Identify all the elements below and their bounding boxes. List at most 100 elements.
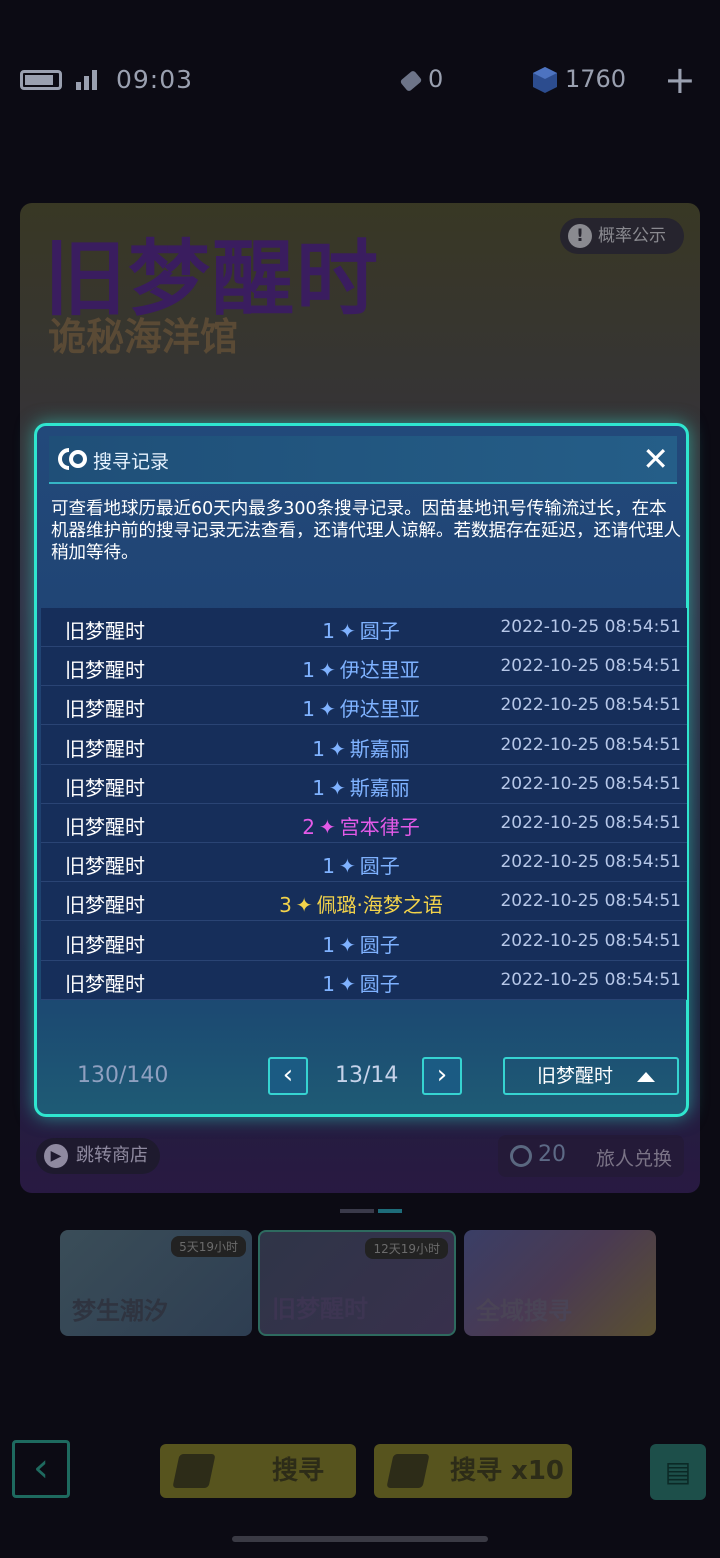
shop-label: 跳转商店 [76, 1145, 148, 1166]
record-character: 圆子 [359, 854, 400, 879]
record-pool: 旧梦醒时 [65, 619, 145, 643]
banner-card-tide[interactable]: 5天19小时 梦生潮汐 [60, 1230, 252, 1336]
arrow-right-icon: ▶ [44, 1144, 68, 1168]
record-pool: 旧梦醒时 [65, 775, 145, 800]
logo-icon [58, 448, 87, 470]
record-character: 斯嘉丽 [349, 775, 410, 800]
page-dot-active [378, 1209, 402, 1213]
record-time: 2022-10-25 08:54:51 [500, 656, 681, 677]
pool-select-value: 旧梦醒时 [537, 1065, 614, 1087]
card-label: 梦生潮汐 [72, 1297, 168, 1325]
record-rarity: 1 [302, 658, 315, 683]
record-character: 宫本律子 [339, 815, 420, 839]
exchange-count: 20 [538, 1142, 566, 1167]
status-bar: 09:03 0 1760 + [0, 50, 720, 110]
record-time: 2022-10-25 08:54:51 [500, 773, 681, 794]
record-time: 2022-10-25 08:54:51 [500, 930, 681, 951]
chevron-left-icon: ‹ [282, 1060, 294, 1090]
record-rarity: 1 [322, 854, 335, 879]
caret-up-icon [637, 1072, 655, 1082]
record-result: 1 ✦ 圆子 [211, 615, 511, 644]
record-character: 圆子 [359, 971, 400, 996]
dialog-header: 搜寻记录 ✕ [49, 436, 677, 484]
page-indicator: 13/14 [335, 1063, 399, 1088]
banner-card-global[interactable]: 全域搜寻 [464, 1230, 656, 1336]
chevron-left-icon: ‹ [33, 1445, 49, 1491]
star-icon: ✦ [338, 932, 356, 957]
record-result: 1 ✦ 伊达里亚 [211, 693, 511, 722]
record-time: 2022-10-25 08:54:51 [500, 891, 681, 912]
record-row: 旧梦醒时 1 ✦ 斯嘉丽 2022-10-25 08:54:51 [41, 765, 687, 804]
crystal-count: 1760 [565, 65, 627, 93]
record-time: 2022-10-25 08:54:51 [500, 969, 681, 990]
banner-subtitle: 诡秘海洋馆 [48, 315, 239, 359]
notice-text: 可查看地球历最近60天内最多300条搜寻记录。因苗基地讯号传输流过长，在本机器维… [51, 499, 681, 563]
record-character: 斯嘉丽 [349, 736, 410, 761]
card-timer: 12天19小时 [365, 1238, 448, 1259]
star-icon: ✦ [318, 658, 336, 683]
home-indicator [232, 1536, 488, 1542]
star-icon: ✦ [318, 697, 336, 722]
record-result: 1 ✦ 伊达里亚 [211, 654, 511, 683]
record-row: 旧梦醒时 1 ✦ 伊达里亚 2022-10-25 08:54:51 [41, 647, 687, 687]
record-time: 2022-10-25 08:54:51 [500, 734, 681, 755]
record-time: 2022-10-25 08:54:51 [500, 695, 681, 716]
record-pool: 旧梦醒时 [65, 697, 145, 722]
atom-icon [510, 1145, 532, 1167]
search-ten-button[interactable]: 搜寻 x10 [374, 1444, 572, 1498]
record-rarity: 2 [302, 815, 315, 839]
record-rarity: 1 [322, 971, 335, 996]
record-character: 伊达里亚 [339, 697, 420, 722]
probability-button[interactable]: ! 概率公示 [560, 218, 684, 254]
document-search-icon: ▤ [664, 1455, 692, 1488]
dialog-title: 搜寻记录 [93, 451, 170, 473]
record-list-button[interactable]: ▤ [650, 1444, 706, 1500]
record-row: 旧梦醒时 1 ✦ 伊达里亚 2022-10-25 08:54:51 [41, 686, 687, 726]
star-icon: ✦ [328, 775, 346, 800]
record-rarity: 1 [312, 736, 325, 761]
record-result: 1 ✦ 斯嘉丽 [211, 733, 511, 762]
record-row: 旧梦醒时 2 ✦ 宫本律子 2022-10-25 08:54:51 [41, 804, 687, 843]
search-once-label: 搜寻 [272, 1456, 325, 1486]
back-button[interactable]: ‹ [12, 1440, 70, 1498]
probability-label: 概率公示 [598, 226, 666, 246]
record-result: 1 ✦ 斯嘉丽 [211, 772, 511, 801]
record-count: 130/140 [77, 1063, 169, 1088]
record-character: 佩璐·海梦之语 [316, 893, 443, 918]
record-row: 旧梦醒时 1 ✦ 圆子 2022-10-25 08:54:51 [41, 922, 687, 961]
record-pool: 旧梦醒时 [65, 971, 145, 996]
ticket-icon [172, 1454, 216, 1488]
record-rarity: 1 [302, 697, 315, 722]
pool-select[interactable]: 旧梦醒时 [503, 1057, 679, 1095]
search-ten-label: 搜寻 x10 [450, 1456, 565, 1486]
record-character: 圆子 [359, 932, 400, 957]
battery-icon [20, 70, 62, 90]
record-time: 2022-10-25 08:54:51 [500, 617, 681, 637]
search-once-button[interactable]: 搜寻 [160, 1444, 356, 1498]
record-character: 伊达里亚 [339, 658, 420, 683]
shop-button[interactable]: ▶ 跳转商店 [36, 1138, 160, 1174]
star-icon: ✦ [318, 815, 336, 839]
add-currency-button[interactable]: + [664, 58, 696, 102]
star-icon: ✦ [338, 854, 356, 879]
exchange-label: 旅人兑换 [596, 1148, 673, 1170]
record-rarity: 1 [312, 775, 325, 800]
gacha-screen: 09:03 0 1760 + 旧梦醒时 诡秘海洋馆 ! 概率公示 ▶ 跳转商店 … [0, 0, 720, 1558]
banner-card-dream[interactable]: 12天19小时 旧梦醒时 [258, 1230, 456, 1336]
record-pool: 旧梦醒时 [65, 854, 145, 879]
prev-page-button[interactable]: ‹ [268, 1057, 308, 1095]
signal-icon [76, 68, 100, 90]
star-icon: ✦ [338, 619, 356, 643]
record-result: 3 ✦ 佩璐·海梦之语 [211, 889, 511, 918]
record-result: 1 ✦ 圆子 [211, 929, 511, 958]
banner-cards: 5天19小时 梦生潮汐 12天19小时 旧梦醒时 全域搜寻 [60, 1228, 660, 1338]
next-page-button[interactable]: › [422, 1057, 462, 1095]
ticket-count: 0 [428, 65, 444, 93]
card-label: 旧梦醒时 [272, 1295, 368, 1323]
record-time: 2022-10-25 08:54:51 [500, 852, 681, 873]
record-pool: 旧梦醒时 [65, 815, 145, 839]
close-button[interactable]: ✕ [642, 440, 669, 478]
exchange-button[interactable]: 20 旅人兑换 [498, 1135, 684, 1177]
record-rarity: 1 [322, 932, 335, 957]
record-result: 2 ✦ 宫本律子 [211, 811, 511, 840]
